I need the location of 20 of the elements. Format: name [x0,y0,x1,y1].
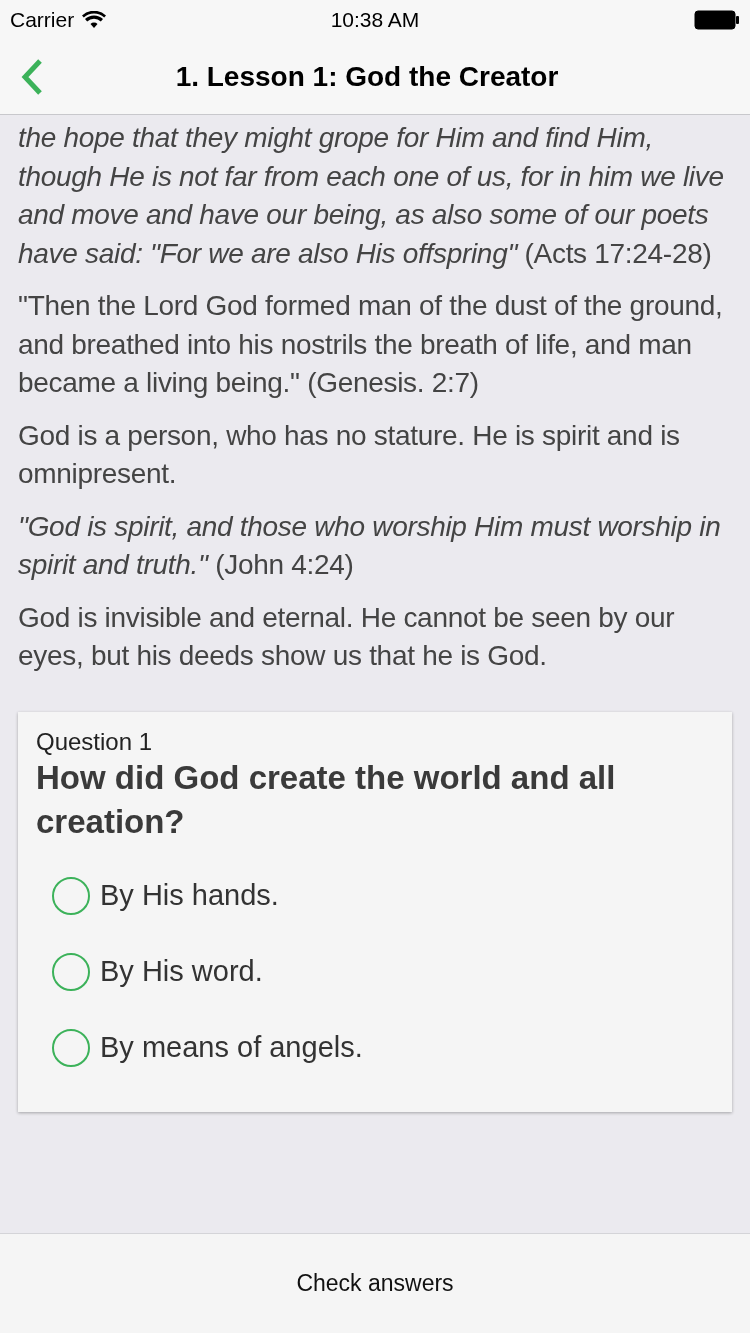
lesson-paragraph: "Then the Lord God formed man of the dust of the ground, and breathed into his nostrils the breath of life, and man became a living being." (Genesis. 2:7) [18,289,724,400]
question-text: How did God create the world and all creation? [36,757,617,842]
lesson-paragraph: God is invisible and eternal. He cannot be seen by our eyes, but his deeds show us that he is God. [18,600,676,673]
screen-title: 1. Lesson 1: God the Creator [174,61,560,93]
answer-option[interactable]: By His word. [100,955,263,988]
lesson-paragraph: the hope that they might grope for Him and find Him, though He is not far from each one of us, for in him we live and move and have our being, as also some of our poets have said: "For we are also His offspring" (Acts 17:24-28) [18,121,725,271]
carrier-label: Carrier [10,8,75,32]
lesson-paragraph: God is a person, who has no stature. He is spirit and is omnipresent. [18,418,681,491]
check-answers-button[interactable]: Check answers [280,1262,470,1305]
clock-time: 10:38 AM [330,8,420,32]
radio-button[interactable] [52,876,90,915]
answer-option[interactable]: By His hands. [100,879,279,912]
radio-button[interactable] [52,952,90,991]
lesson-paragraph: "God is spirit, and those who worship Him must worship in spirit and truth." (John 4:24) [18,509,722,582]
radio-button[interactable] [52,1028,90,1067]
battery-icon [694,10,740,30]
question-number: Question 1 [36,727,154,756]
back-icon[interactable] [20,58,44,96]
answer-option[interactable]: By means of angels. [100,1031,363,1064]
wifi-icon [82,11,107,29]
